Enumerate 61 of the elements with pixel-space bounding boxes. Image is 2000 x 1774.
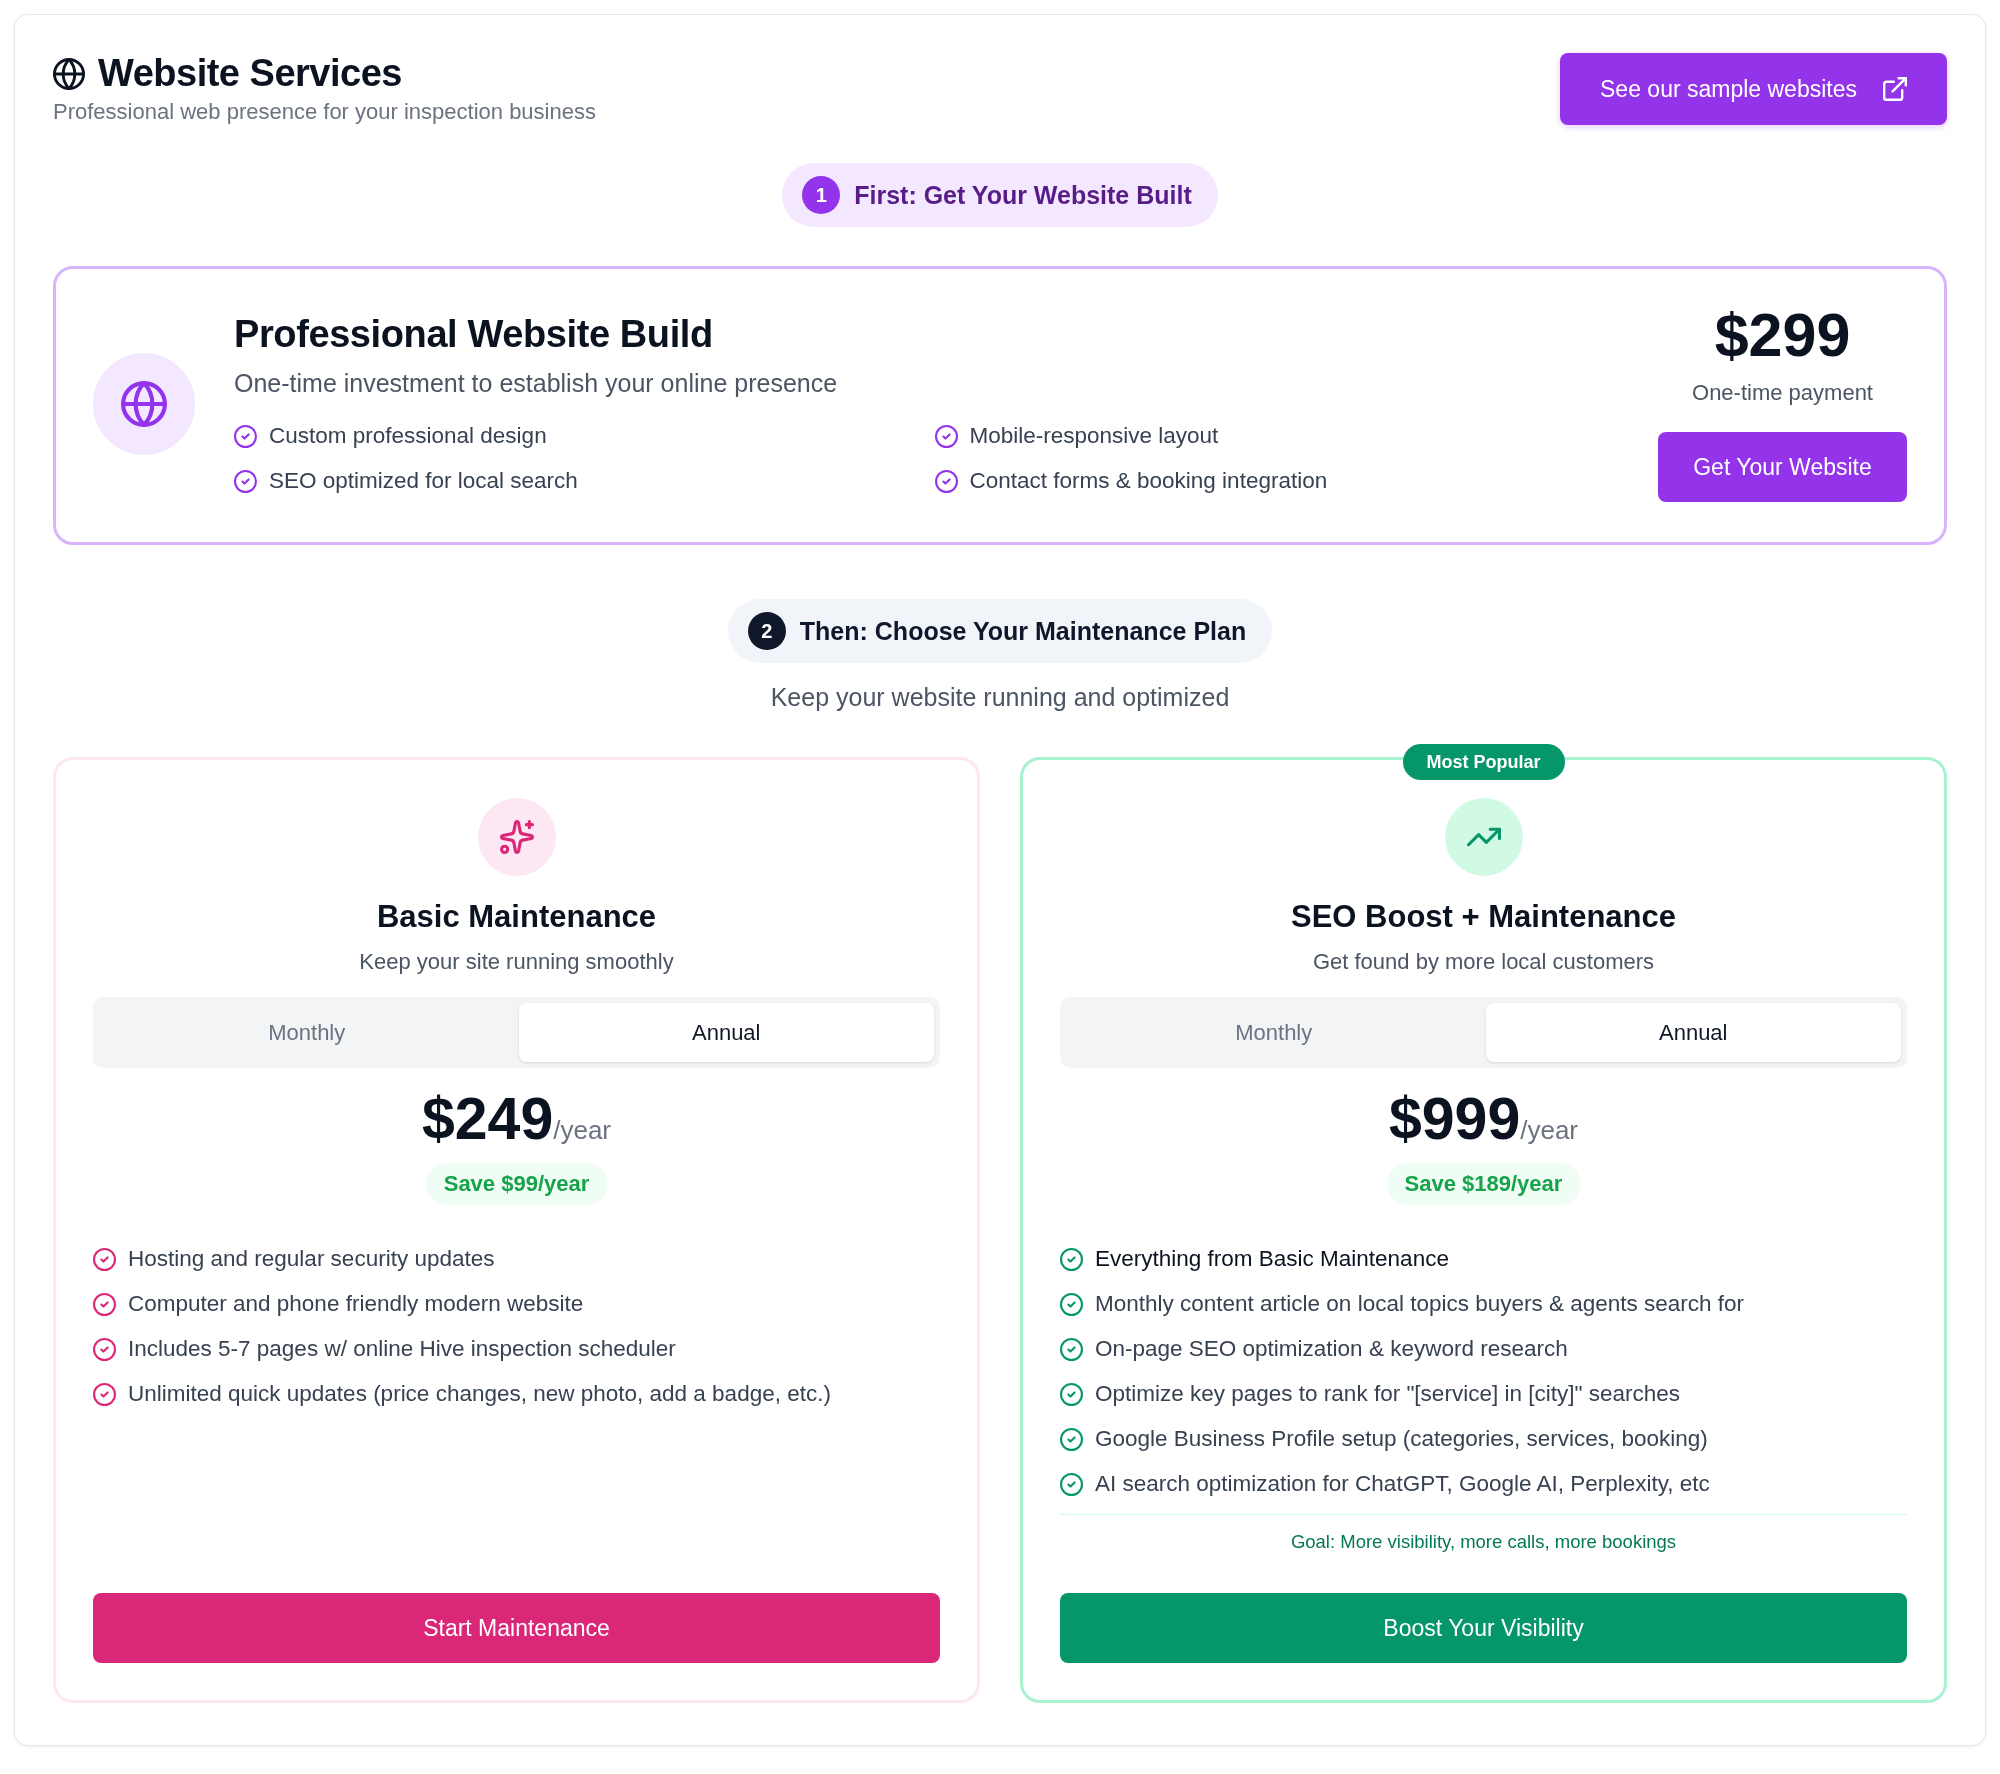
feature-text: SEO optimized for local search (269, 467, 578, 496)
page-title: Website Services (98, 53, 402, 95)
feature-text: Optimize key pages to rank for "[service] in [city]" searches (1095, 1380, 1680, 1409)
billing-option[interactable]: Monthly (99, 1003, 515, 1063)
feature-text: Mobile-responsive layout (969, 422, 1219, 451)
price-note: One-time payment (1692, 380, 1873, 406)
goal-text: Goal: More visibility, more calls, more bookings (1290, 1531, 1677, 1554)
build-subtitle: One-time investment to establish your online presence (234, 369, 839, 399)
build-title: Professional Website Build (234, 311, 714, 357)
billing-option[interactable]: Monthly (1066, 1003, 1482, 1063)
check-circle-icon (1060, 1472, 1083, 1496)
feature-text: Monthly content article on local topics buyers & agents search for (1095, 1290, 1745, 1319)
check-circle-icon (234, 424, 257, 448)
step-number: 2 (747, 612, 786, 650)
plan-price: $999 (1388, 1090, 1521, 1150)
check-circle-icon (1060, 1337, 1083, 1361)
plan-subtitle: Keep your site running smoothly (358, 949, 675, 976)
price-period: /year (1520, 1115, 1579, 1147)
step-subtitle: Keep your website running and optimized (770, 683, 1230, 712)
get-website-button[interactable]: Get Your Website (1658, 432, 1907, 502)
feature-text: Google Business Profile setup (categories, services, booking) (1095, 1425, 1708, 1454)
step-label: Then: Choose Your Maintenance Plan (799, 616, 1247, 646)
feature-text: Contact forms & booking integration (969, 467, 1328, 496)
feature-text: Unlimited quick updates (price changes, new photo, add a badge, etc.) (128, 1380, 831, 1409)
plan-button[interactable]: Boost Your Visibility (1060, 1593, 1907, 1664)
plan-title: SEO Boost + Maintenance (1290, 898, 1677, 936)
step-label: First: Get Your Website Built (854, 180, 1192, 210)
check-circle-icon (1060, 1382, 1083, 1406)
check-circle-icon (934, 424, 958, 448)
billing-option[interactable]: Annual (518, 1003, 934, 1063)
check-circle-icon (1060, 1247, 1083, 1271)
check-circle-icon (93, 1247, 116, 1271)
feature-text: Hosting and regular security updates (128, 1245, 495, 1274)
page-subtitle: Professional web presence for your inspection business (53, 98, 596, 125)
price-period: /year (553, 1115, 612, 1147)
feature-text: Computer and phone friendly modern website (128, 1290, 584, 1319)
check-circle-icon (234, 469, 257, 493)
plan-price: $249 (421, 1090, 554, 1150)
savings-badge: Save $99/year (425, 1163, 608, 1206)
build-price: $299 (1714, 305, 1851, 366)
plan-title: Basic Maintenance (375, 898, 658, 936)
check-circle-icon (93, 1337, 116, 1361)
check-circle-icon (93, 1292, 116, 1316)
check-circle-icon (1060, 1427, 1083, 1451)
feature-text: Includes 5-7 pages w/ online Hive inspection scheduler (128, 1335, 676, 1364)
feature-text: Everything from Basic Maintenance (1095, 1245, 1449, 1274)
globe-icon (53, 57, 85, 90)
check-circle-icon (1060, 1292, 1083, 1316)
plan-button[interactable]: Start Maintenance (93, 1593, 940, 1664)
savings-badge: Save $189/year (1386, 1163, 1581, 1206)
external-link-icon (1883, 77, 1907, 101)
sample-websites-button[interactable]: See our sample websites (1560, 53, 1947, 125)
billing-option[interactable]: Annual (1485, 1003, 1901, 1063)
plan-subtitle: Get found by more local customers (1311, 949, 1656, 976)
check-circle-icon (934, 469, 958, 493)
popular-badge: Most Popular (1402, 744, 1565, 780)
check-circle-icon (93, 1382, 116, 1406)
feature-text: Custom professional design (269, 422, 547, 451)
feature-text: AI search optimization for ChatGPT, Google AI, Perplexity, etc (1095, 1470, 1710, 1499)
step-number: 1 (802, 176, 841, 214)
feature-text: On-page SEO optimization & keyword research (1095, 1335, 1568, 1364)
